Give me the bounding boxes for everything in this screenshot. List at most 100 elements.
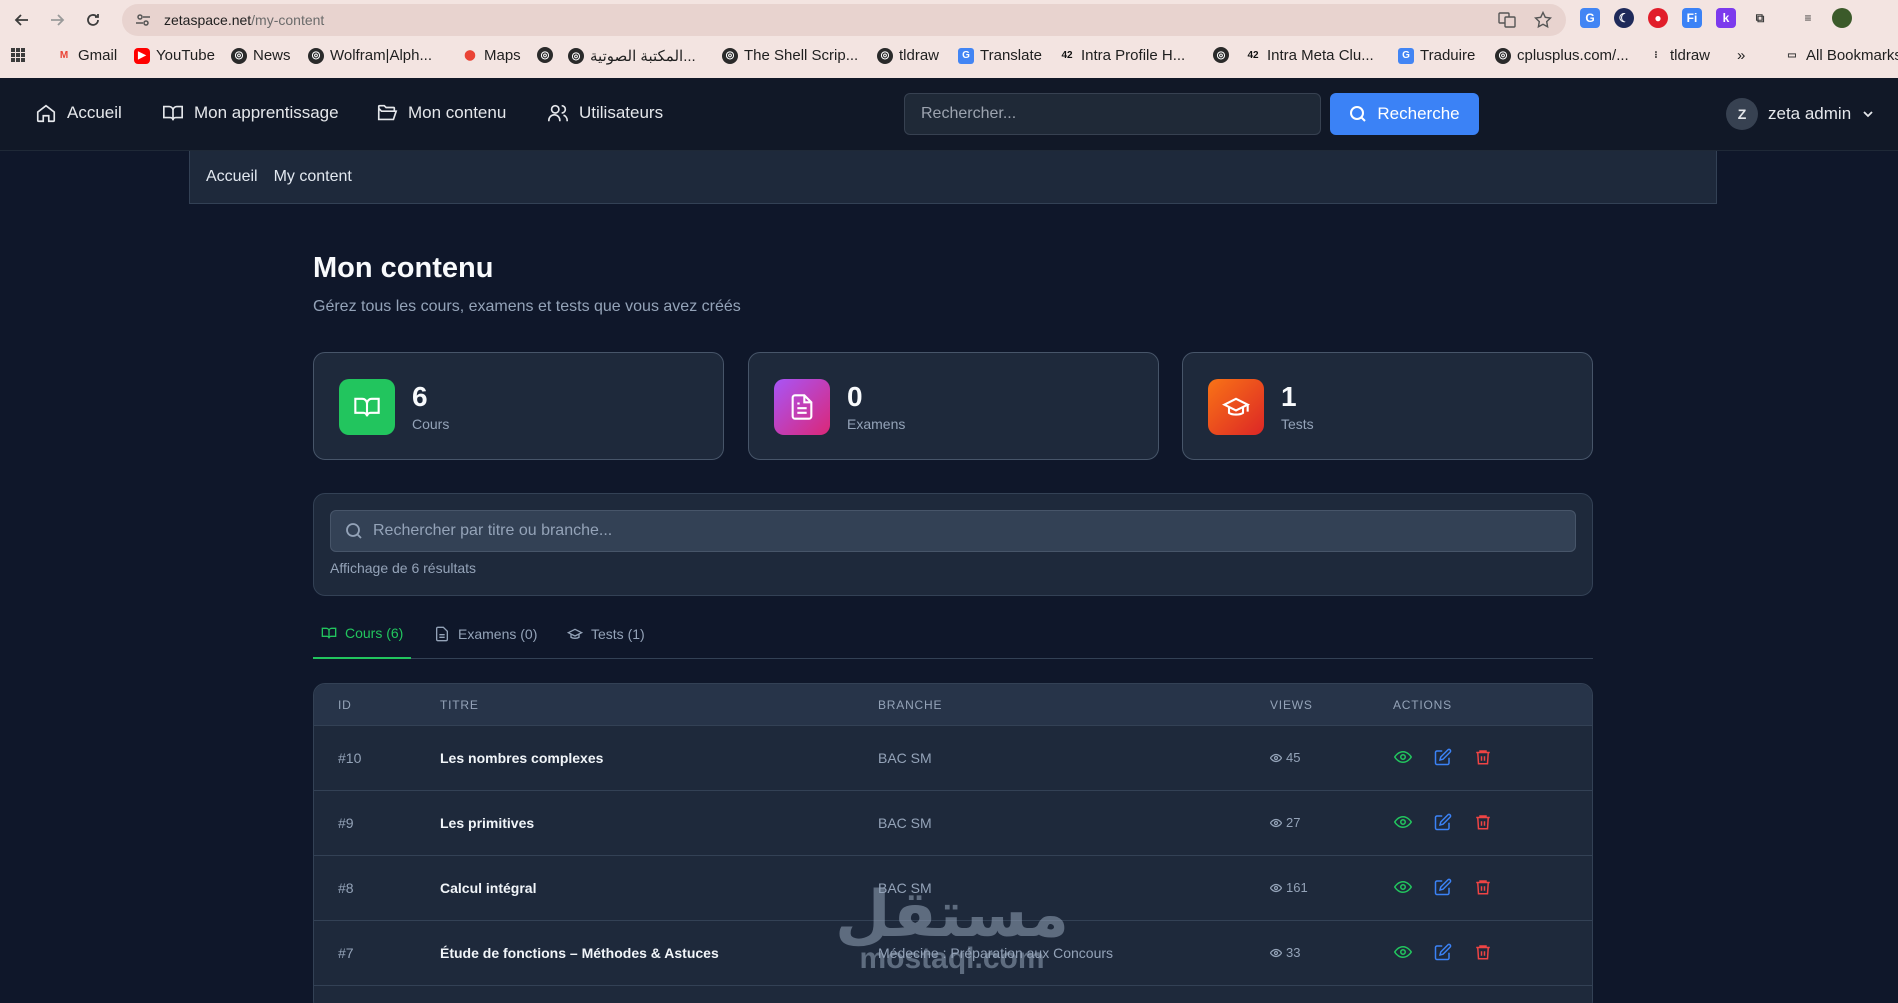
page-title: Mon contenu xyxy=(313,252,494,284)
translate-icon: G xyxy=(958,47,974,64)
breadcrumb-home-link[interactable]: Accueil xyxy=(206,168,258,186)
all-bookmarks-folder[interactable]: ▭ All Bookmarks xyxy=(1784,47,1898,64)
app-header: Accueil Mon apprentissage Mon contenu Ut… xyxy=(0,78,1898,151)
bookmark-star-icon[interactable] xyxy=(1534,11,1552,29)
edit-pencil-icon[interactable] xyxy=(1434,878,1452,896)
content-search-field[interactable] xyxy=(330,510,1576,552)
delete-trash-icon[interactable] xyxy=(1474,748,1492,766)
view-eye-icon[interactable] xyxy=(1394,943,1412,961)
globe-icon: ◎ xyxy=(1495,47,1511,64)
delete-trash-icon[interactable] xyxy=(1474,813,1492,831)
reading-list-icon[interactable]: ≡ xyxy=(1798,8,1818,28)
stat-value: 6 xyxy=(412,381,428,412)
column-header-views[interactable]: VIEWS xyxy=(1270,698,1313,712)
address-bar[interactable]: zetaspace.net/my-content xyxy=(122,4,1566,36)
edit-pencil-icon[interactable] xyxy=(1434,813,1452,831)
bookmark-tldraw[interactable]: ◎ tldraw xyxy=(877,47,939,64)
results-count: Affichage de 6 résultats xyxy=(330,560,477,576)
reload-icon[interactable] xyxy=(82,9,104,31)
bookmark-wolfram[interactable]: ◎ Wolfram|Alph... xyxy=(308,47,432,64)
tab-tests[interactable]: Tests (1) xyxy=(559,608,653,659)
delete-trash-icon[interactable] xyxy=(1474,943,1492,961)
bookmark-audio-library[interactable]: ◎ المكتبة الصوتية... xyxy=(568,47,696,65)
puzzle-extensions-icon[interactable]: ⧉ xyxy=(1750,8,1770,28)
tab-exams[interactable]: Examens (0) xyxy=(426,608,545,659)
row-views: 27 xyxy=(1270,815,1300,830)
k-extension-icon[interactable]: k xyxy=(1716,8,1736,28)
column-header-id[interactable]: ID xyxy=(338,698,352,712)
bookmark-tldraw-2[interactable]: ⁝ tldraw xyxy=(1648,47,1710,64)
view-eye-icon[interactable] xyxy=(1394,878,1412,896)
fi-extension-icon[interactable]: Fi xyxy=(1682,8,1702,28)
forward-arrow-icon[interactable] xyxy=(46,9,68,31)
bookmark-gmail[interactable]: M Gmail xyxy=(56,47,117,64)
bookmark-globe-2[interactable]: ◎ xyxy=(1213,47,1229,63)
tldraw-icon: ⁝ xyxy=(1654,50,1658,61)
edit-pencil-icon[interactable] xyxy=(1434,748,1452,766)
row-actions xyxy=(1394,943,1492,961)
global-search-input[interactable] xyxy=(904,93,1321,135)
delete-trash-icon[interactable] xyxy=(1474,878,1492,896)
book-open-icon xyxy=(163,105,183,121)
column-header-title[interactable]: TITRE xyxy=(440,698,479,712)
tab-courses[interactable]: Cours (6) xyxy=(313,608,412,659)
row-views: 33 xyxy=(1270,945,1300,960)
translate-page-icon[interactable] xyxy=(1498,11,1516,29)
content-search-input[interactable] xyxy=(373,522,1553,540)
nav-users[interactable]: Utilisateurs xyxy=(547,102,663,124)
table-row: #7 Étude de fonctions – Méthodes & Astuc… xyxy=(314,920,1592,985)
moon-extension-icon[interactable]: ☾ xyxy=(1614,8,1634,28)
url-text[interactable]: zetaspace.net/my-content xyxy=(164,12,324,28)
nav-home[interactable]: Accueil xyxy=(35,102,122,124)
nav-learning[interactable]: Mon apprentissage xyxy=(162,102,339,124)
bookmark-globe[interactable]: ◎ xyxy=(537,47,553,63)
browser-chrome: zetaspace.net/my-content G ☾ ● Fi k ⧉ ≡ … xyxy=(0,0,1898,78)
user-menu[interactable]: Z zeta admin xyxy=(1726,98,1875,130)
bookmark-intra-profile[interactable]: 42 Intra Profile H... xyxy=(1059,47,1185,64)
search-button[interactable]: Recherche xyxy=(1330,93,1479,135)
table-row: #9 Les primitives BAC SM 27 xyxy=(314,790,1592,855)
youtube-icon: ▶ xyxy=(134,47,150,64)
bookmark-traduire[interactable]: G Traduire xyxy=(1398,47,1475,64)
profile-avatar-icon[interactable] xyxy=(1832,8,1852,28)
edit-pencil-icon[interactable] xyxy=(1434,943,1452,961)
content-table: ID TITRE BRANCHE VIEWS ACTIONS #10 Les n… xyxy=(313,683,1593,1003)
row-title[interactable]: Calcul intégral xyxy=(440,880,536,896)
site-info-icon[interactable] xyxy=(134,11,152,29)
bookmark-translate[interactable]: G Translate xyxy=(958,47,1042,64)
search-icon xyxy=(1350,106,1367,122)
back-arrow-icon[interactable] xyxy=(11,9,33,31)
bookmarks-overflow[interactable]: » xyxy=(1737,47,1745,64)
row-id: #8 xyxy=(338,880,354,896)
42-logo-icon: 42 xyxy=(1247,50,1259,61)
globe-icon: ◎ xyxy=(537,47,553,63)
bookmark-shell-scripting[interactable]: ◎ The Shell Scrip... xyxy=(722,47,858,64)
stat-card-tests: 1 Tests xyxy=(1182,352,1593,460)
apps-grid-icon[interactable] xyxy=(10,47,26,63)
view-eye-icon[interactable] xyxy=(1394,813,1412,831)
folder-open-icon xyxy=(377,104,398,121)
row-title[interactable]: Les primitives xyxy=(440,815,534,831)
globe-icon: ◎ xyxy=(877,47,893,64)
user-name: zeta admin xyxy=(1768,104,1852,123)
row-branch: BAC SM xyxy=(878,880,932,896)
column-header-branch[interactable]: BRANCHE xyxy=(878,698,942,712)
search-icon xyxy=(346,523,362,539)
eye-icon xyxy=(1270,818,1282,827)
bookmark-youtube[interactable]: ▶ YouTube xyxy=(134,47,215,64)
row-title[interactable]: Les nombres complexes xyxy=(440,750,603,766)
bookmark-intra-meta[interactable]: 42 Intra Meta Clu... xyxy=(1245,47,1373,64)
row-title[interactable]: Étude de fonctions – Méthodes & Astuces xyxy=(440,945,719,961)
stat-label: Tests xyxy=(1281,416,1314,432)
bookmark-cplusplus[interactable]: ◎ cplusplus.com/... xyxy=(1495,47,1629,64)
table-header: ID TITRE BRANCHE VIEWS ACTIONS xyxy=(314,684,1592,725)
stat-card-courses: 6 Cours xyxy=(313,352,724,460)
nav-content[interactable]: Mon contenu xyxy=(376,102,506,124)
translate-icon: G xyxy=(1398,47,1414,64)
translate-extension-icon[interactable]: G xyxy=(1580,8,1600,28)
view-eye-icon[interactable] xyxy=(1394,748,1412,766)
bookmark-maps[interactable]: ⬤ Maps xyxy=(462,47,520,64)
bookmark-news[interactable]: ◎ News xyxy=(231,47,291,64)
shield-extension-icon[interactable]: ● xyxy=(1648,8,1668,28)
chevron-down-icon xyxy=(1863,111,1873,118)
